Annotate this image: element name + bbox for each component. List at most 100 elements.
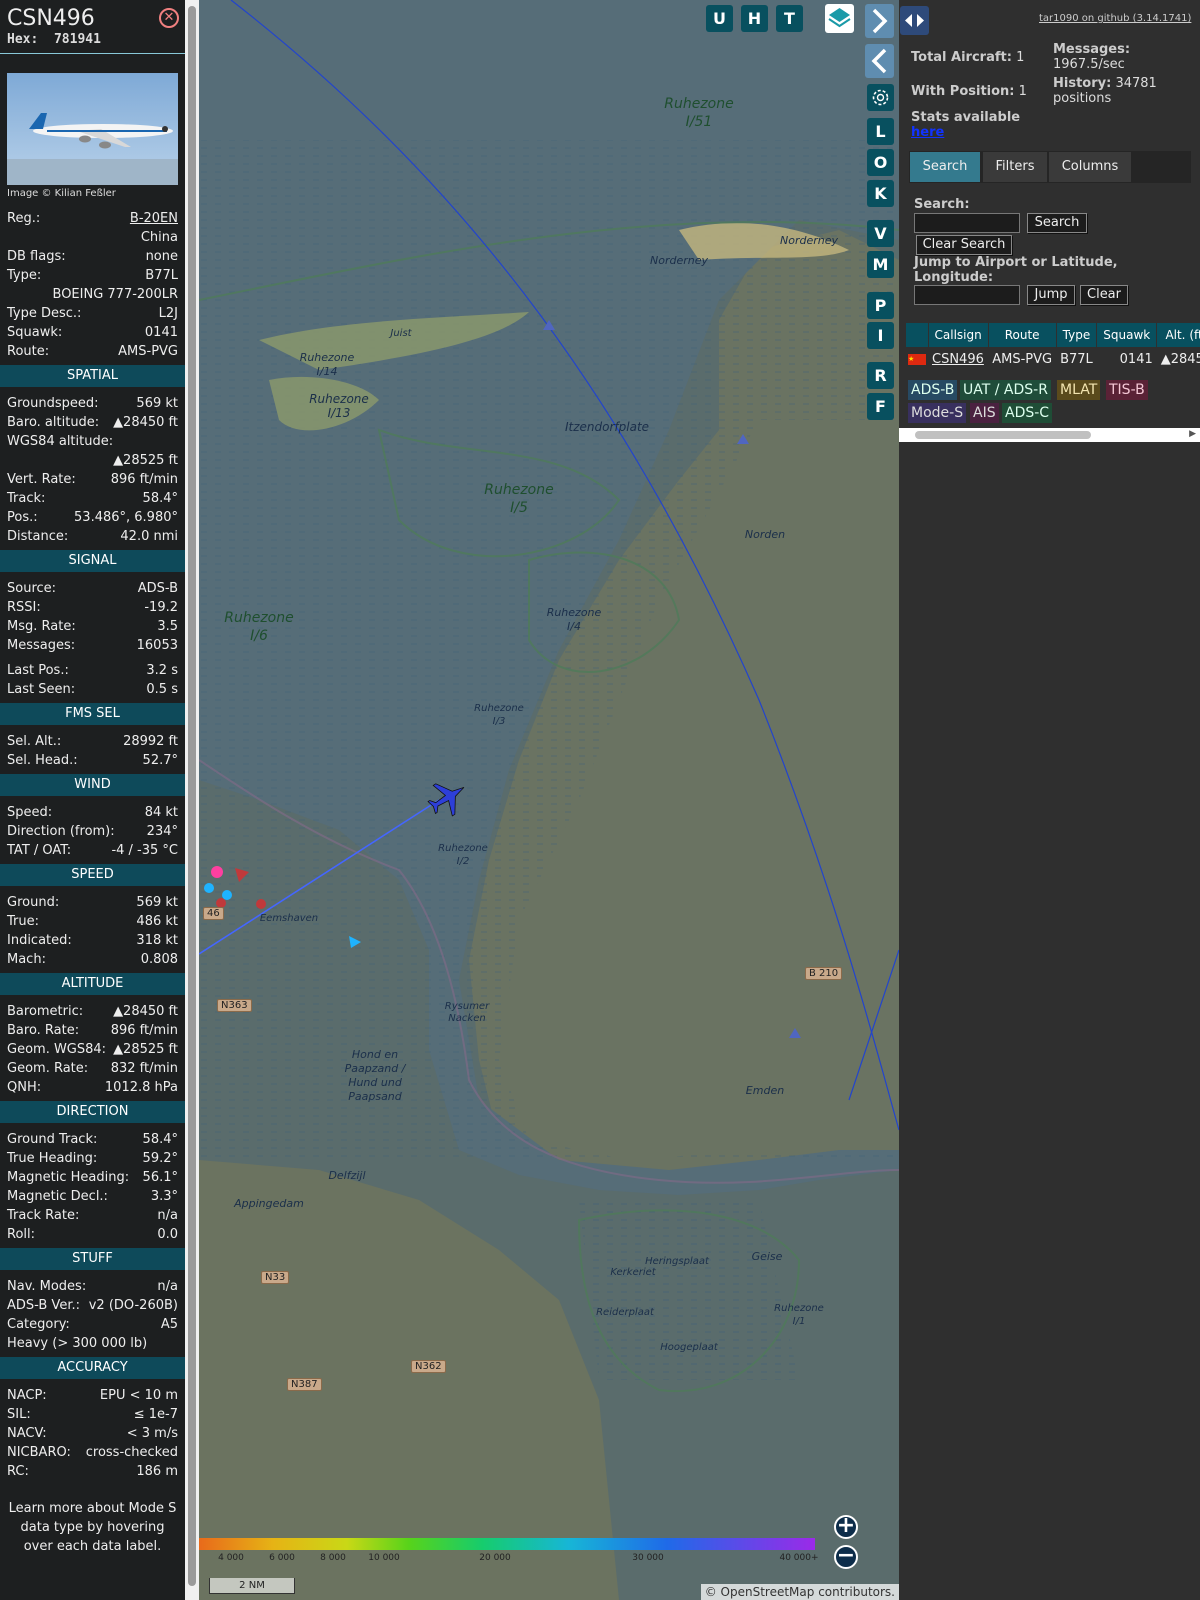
map-button-m[interactable]: M [867,251,894,278]
info-label[interactable]: Track: [7,489,45,508]
info-label[interactable]: QNH: [7,1078,41,1097]
collapse-left-icon[interactable] [865,44,894,78]
layer-button-h[interactable]: H [741,5,768,32]
info-label[interactable]: NICBARO: [7,1443,71,1462]
map-button-v[interactable]: V [867,220,894,247]
info-label[interactable]: WGS84 altitude: [7,432,113,451]
flag-column-header[interactable] [906,323,929,347]
info-label[interactable]: Route: [7,342,49,361]
tar1090-github-link[interactable]: tar1090 on github (3.14.1741) [1039,13,1191,24]
zoom-in-button[interactable]: + [834,1515,858,1539]
aircraft-photo[interactable] [7,73,178,185]
map-button-k[interactable]: K [867,180,894,207]
info-label[interactable]: Magnetic Heading: [7,1168,129,1187]
info-label[interactable]: NACV: [7,1424,47,1443]
section-header-wind[interactable]: WIND [0,774,185,796]
info-label[interactable]: Category: [7,1315,70,1334]
layer-button-u[interactable]: U [706,5,733,32]
map-button-o[interactable]: O [867,149,894,176]
clear-jump-button[interactable]: Clear [1080,285,1128,305]
section-header-speed[interactable]: SPEED [0,864,185,886]
close-icon[interactable]: ✕ [159,8,179,28]
info-label[interactable]: NACP: [7,1386,47,1405]
stats-here-link[interactable]: here [911,125,944,140]
info-label[interactable]: Last Pos.: [7,661,69,680]
openstreetmap-link[interactable]: OpenStreetMap [721,1585,815,1599]
clear-search-button[interactable]: Clear Search [916,235,1012,255]
info-label[interactable]: Track Rate: [7,1206,79,1225]
info-label[interactable]: Magnetic Decl.: [7,1187,108,1206]
section-header-spatial[interactable]: SPATIAL [0,365,185,387]
section-header-altitude[interactable]: ALTITUDE [0,973,185,995]
column-type[interactable]: Type [1056,323,1098,347]
info-label[interactable]: True Heading: [7,1149,97,1168]
horizontal-scroll-thumb[interactable] [915,431,1091,439]
toggle-sidebar-icon[interactable] [900,6,929,35]
section-header-signal[interactable]: SIGNAL [0,550,185,572]
info-label[interactable]: Roll: [7,1225,35,1244]
section-header-direction[interactable]: DIRECTION [0,1101,185,1123]
info-label[interactable]: Groundspeed: [7,394,98,413]
column-callsign[interactable]: Callsign [928,323,989,347]
info-label[interactable]: Source: [7,579,56,598]
table-horizontal-scrollbar[interactable]: ▶ [899,428,1200,442]
column-altitude[interactable]: Alt. (ft) [1156,323,1200,347]
map-button-i[interactable]: I [867,322,894,349]
info-value[interactable]: B-20EN [130,209,178,228]
info-label[interactable]: Indicated: [7,931,72,950]
info-label[interactable]: Type: [7,266,41,285]
section-header-stuff[interactable]: STUFF [0,1248,185,1270]
jump-input[interactable] [914,285,1020,305]
info-label[interactable]: TAT / OAT: [7,841,71,860]
sidebar-scrollbar[interactable] [185,0,199,1600]
info-label[interactable]: Squawk: [7,323,62,342]
zoom-out-button[interactable]: − [834,1545,858,1569]
info-label[interactable]: Messages: [7,636,75,655]
section-header-accuracy[interactable]: ACCURACY [0,1357,185,1379]
info-label[interactable]: ADS-B Ver.: [7,1296,80,1315]
table-row[interactable]: ★ CSN496 AMS-PVG B77L 0141 ▲28450 [906,347,1200,371]
info-label[interactable]: Mach: [7,950,46,969]
search-button[interactable]: Search [1027,213,1087,233]
info-label[interactable]: Nav. Modes: [7,1277,86,1296]
jump-button[interactable]: Jump [1027,285,1075,305]
layers-icon[interactable] [825,4,854,33]
info-label[interactable]: Geom. Rate: [7,1059,88,1078]
column-squawk[interactable]: Squawk [1096,323,1158,347]
info-label[interactable]: Reg.: [7,209,40,228]
info-label[interactable]: Heavy (> 300 000 lb) [7,1334,147,1353]
info-label[interactable]: Vert. Rate: [7,470,76,489]
info-label[interactable]: Msg. Rate: [7,617,76,636]
layer-button-t[interactable]: T [776,5,803,32]
map-button-r[interactable]: R [867,362,894,389]
section-header-fms-sel[interactable]: FMS SEL [0,703,185,725]
info-label[interactable]: Baro. Rate: [7,1021,79,1040]
settings-gear-icon[interactable] [867,84,894,111]
info-label[interactable]: Baro. altitude: [7,413,99,432]
tab-columns[interactable]: Columns [1049,152,1131,182]
info-label[interactable]: Speed: [7,803,52,822]
info-label[interactable]: Last Seen: [7,680,75,699]
scroll-right-arrow-icon[interactable]: ▶ [1189,429,1196,439]
info-label[interactable]: Geom. WGS84: [7,1040,106,1059]
cell-callsign[interactable]: CSN496 [928,347,988,371]
info-label[interactable]: Barometric: [7,1002,83,1021]
info-label[interactable]: Type Desc.: [7,304,81,323]
info-label[interactable]: Sel. Alt.: [7,732,61,751]
map-button-p[interactable]: P [867,292,894,319]
info-label[interactable]: Pos.: [7,508,38,527]
info-label[interactable]: Ground: [7,893,59,912]
info-label[interactable]: Distance: [7,527,68,546]
info-label[interactable]: Ground Track: [7,1130,97,1149]
map-view[interactable]: Ruhezone I/51 Norderney Norderney Juist Ruhez… [199,0,899,1600]
info-label[interactable]: Direction (from): [7,822,115,841]
info-label[interactable]: True: [7,912,39,931]
info-label[interactable]: RSSI: [7,598,41,617]
info-label[interactable]: Sel. Head.: [7,751,78,770]
tab-filters[interactable]: Filters [983,152,1047,182]
scrollbar-thumb[interactable] [188,6,196,1586]
info-label[interactable]: SIL: [7,1405,31,1424]
expand-right-icon[interactable] [865,4,894,38]
info-label[interactable]: RC: [7,1462,29,1481]
map-button-l[interactable]: L [867,118,894,145]
